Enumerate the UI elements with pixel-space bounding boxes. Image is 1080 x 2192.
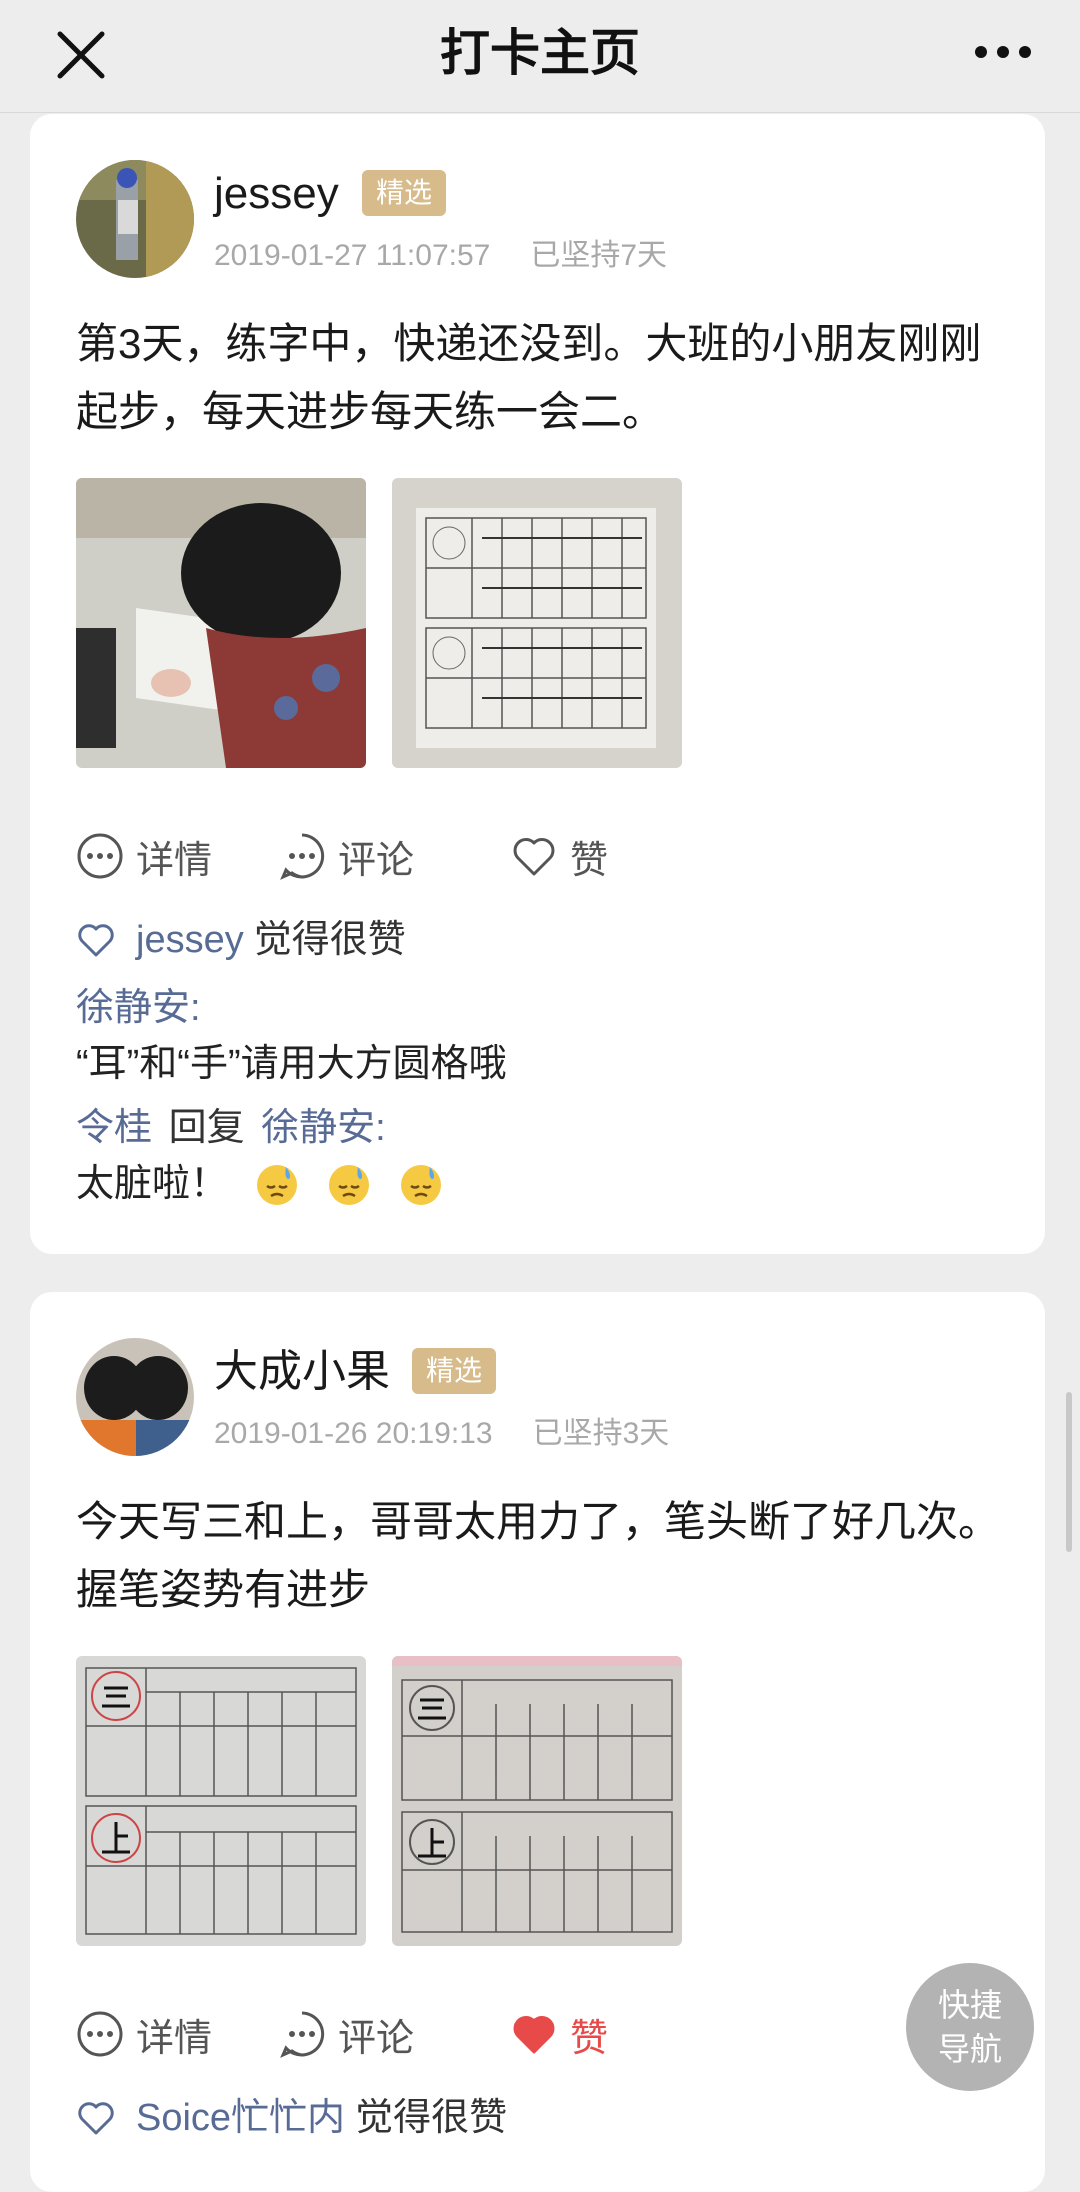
liker-name[interactable]: Soice忙忙内 (136, 2092, 345, 2144)
post-actions: 详情 评论 赞 (76, 2006, 608, 2062)
like-label: 赞 (570, 839, 609, 882)
streak-days: 已坚持7天 (530, 239, 668, 272)
heart-outline-icon (78, 2102, 114, 2135)
comment-text: 太脏啦！ (76, 1163, 229, 1205)
reply-word: 回复 (168, 1107, 245, 1149)
quick-nav-line1: 快捷 (937, 1987, 1002, 2023)
detail-icon (77, 833, 123, 879)
post-photo[interactable] (392, 478, 682, 768)
reply-to-name[interactable]: 徐静安: (261, 1107, 386, 1149)
liked-by: Soice忙忙内 觉得很赞 (76, 2092, 507, 2144)
sweat-emoji-icon (401, 1165, 442, 1205)
like-button[interactable]: 赞 (510, 828, 608, 884)
liked-suffix: 觉得很赞 (355, 2097, 508, 2139)
avatar[interactable] (76, 160, 194, 278)
post-username[interactable]: jessey (214, 166, 339, 222)
detail-label: 详情 (136, 839, 213, 882)
detail-label: 详情 (136, 2017, 213, 2060)
quick-nav-button[interactable]: 快捷 导航 (906, 1963, 1034, 2091)
comment-text: “耳”和“手”请用大方圆格哦 (76, 1043, 507, 1085)
comment-button[interactable]: 评论 (278, 828, 414, 884)
featured-badge: 精选 (362, 170, 447, 216)
post-photo[interactable] (76, 1656, 366, 1946)
post-username[interactable]: 大成小果 (214, 1344, 390, 1400)
page-title: 打卡主页 (440, 25, 640, 81)
post-card: 大成小果 精选 2019-01-26 20:19:13 已坚持3天 今天写三和上，… (30, 1292, 1045, 2192)
top-bar: 打卡主页 (0, 0, 1080, 113)
comment-author[interactable]: 徐静安: (76, 982, 201, 1034)
like-button[interactable]: 赞 (510, 2006, 608, 2062)
post-text: 今天写三和上，哥哥太用力了，笔头断了好几次。握笔姿势有进步 (76, 1498, 1001, 1613)
heart-icon (513, 838, 555, 876)
detail-button[interactable]: 详情 (76, 828, 212, 884)
comment-button[interactable]: 评论 (278, 2006, 414, 2062)
post-photo[interactable] (76, 478, 366, 768)
comment-reply: 太脏啦！ (76, 1158, 444, 1210)
more-options-icon[interactable] (970, 24, 1036, 80)
heart-outline-icon (78, 924, 114, 957)
comment-icon (280, 2011, 325, 2058)
liked-suffix: 觉得很赞 (253, 919, 406, 961)
heart-filled-icon (513, 2016, 555, 2054)
detail-icon (77, 2011, 123, 2057)
post-meta: 2019-01-26 20:19:13 已坚持3天 (214, 1414, 669, 1454)
comment-reply-header: 令桂 回复 徐静安: (76, 1102, 386, 1154)
comment-label: 评论 (338, 839, 415, 882)
post-card: jessey 精选 2019-01-27 11:07:57 已坚持7天 第3天，练… (30, 114, 1045, 1254)
avatar[interactable] (76, 1338, 194, 1456)
detail-button[interactable]: 详情 (76, 2006, 212, 2062)
post-photo[interactable] (392, 1656, 682, 1946)
sweat-emoji-icon (329, 1165, 370, 1205)
post-timestamp: 2019-01-27 11:07:57 (214, 239, 491, 272)
sweat-emoji-icon (257, 1165, 298, 1205)
post-meta: 2019-01-27 11:07:57 已坚持7天 (214, 236, 667, 276)
featured-badge: 精选 (412, 1348, 497, 1394)
like-label: 赞 (570, 2017, 609, 2060)
scrollbar[interactable] (1066, 1392, 1072, 1552)
post-actions: 详情 评论 赞 (76, 828, 608, 884)
comment-author[interactable]: 令桂 (76, 1107, 152, 1149)
comment-label: 评论 (338, 2017, 415, 2060)
liked-by: jessey 觉得很赞 (76, 914, 406, 966)
post-timestamp: 2019-01-26 20:19:13 (214, 1417, 493, 1450)
post-text: 第3天，练字中，快递还没到。大班的小朋友刚刚起步，每天进步每天练一会二。 (76, 320, 982, 435)
comment-icon (280, 833, 325, 880)
quick-nav-line2: 导航 (937, 2031, 1002, 2067)
streak-days: 已坚持3天 (532, 1417, 670, 1450)
liker-name[interactable]: jessey (136, 914, 244, 966)
